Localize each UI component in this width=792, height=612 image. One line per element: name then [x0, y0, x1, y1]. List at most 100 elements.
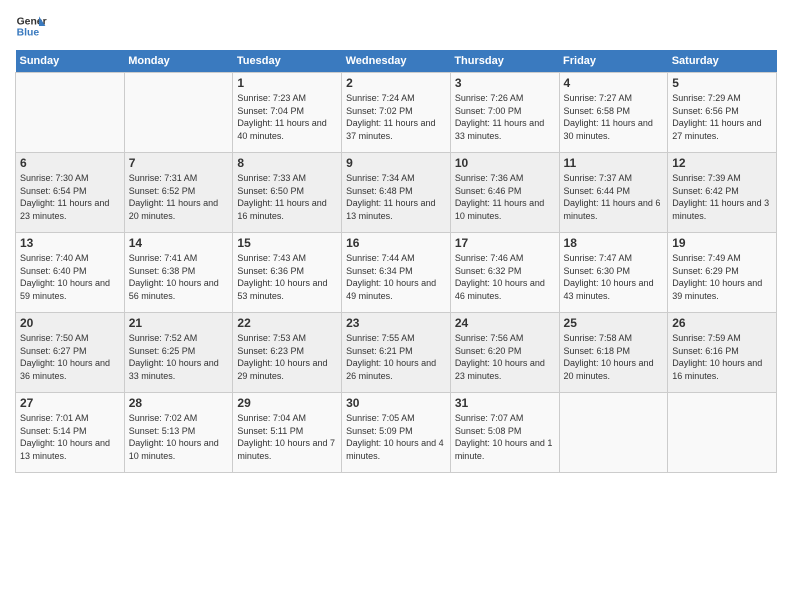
- day-info: Sunrise: 7:36 AM Sunset: 6:46 PM Dayligh…: [455, 172, 555, 222]
- day-info: Sunrise: 7:05 AM Sunset: 5:09 PM Dayligh…: [346, 412, 446, 462]
- page-header: General Blue: [15, 10, 777, 42]
- day-info: Sunrise: 7:24 AM Sunset: 7:02 PM Dayligh…: [346, 92, 446, 142]
- calendar-cell: 3 Sunrise: 7:26 AM Sunset: 7:00 PM Daylig…: [450, 73, 559, 153]
- day-number: 31: [455, 396, 555, 410]
- day-info: Sunrise: 7:29 AM Sunset: 6:56 PM Dayligh…: [672, 92, 772, 142]
- day-number: 8: [237, 156, 337, 170]
- day-info: Sunrise: 7:30 AM Sunset: 6:54 PM Dayligh…: [20, 172, 120, 222]
- calendar-cell: 14Sunrise: 7:41 AM Sunset: 6:38 PM Dayli…: [124, 233, 233, 313]
- day-info: Sunrise: 7:31 AM Sunset: 6:52 PM Dayligh…: [129, 172, 229, 222]
- day-number: 21: [129, 316, 229, 330]
- day-info: Sunrise: 7:50 AM Sunset: 6:27 PM Dayligh…: [20, 332, 120, 382]
- calendar-cell: 15Sunrise: 7:43 AM Sunset: 6:36 PM Dayli…: [233, 233, 342, 313]
- weekday-header-monday: Monday: [124, 50, 233, 73]
- day-info: Sunrise: 7:52 AM Sunset: 6:25 PM Dayligh…: [129, 332, 229, 382]
- day-number: 28: [129, 396, 229, 410]
- day-info: Sunrise: 7:55 AM Sunset: 6:21 PM Dayligh…: [346, 332, 446, 382]
- day-number: 9: [346, 156, 446, 170]
- day-number: 20: [20, 316, 120, 330]
- calendar-cell: 31Sunrise: 7:07 AM Sunset: 5:08 PM Dayli…: [450, 393, 559, 473]
- day-info: Sunrise: 7:58 AM Sunset: 6:18 PM Dayligh…: [564, 332, 664, 382]
- calendar-cell: 28 Sunrise: 7:02 AM Sunset: 5:13 PM Dayli…: [124, 393, 233, 473]
- day-number: 15: [237, 236, 337, 250]
- calendar-cell: 20 Sunrise: 7:50 AM Sunset: 6:27 PM Dayli…: [16, 313, 125, 393]
- calendar-cell: 12 Sunrise: 7:39 AM Sunset: 6:42 PM Dayli…: [668, 153, 777, 233]
- logo-icon: General Blue: [15, 10, 47, 42]
- weekday-header-friday: Friday: [559, 50, 668, 73]
- day-info: Sunrise: 7:23 AM Sunset: 7:04 PM Dayligh…: [237, 92, 337, 142]
- calendar-cell: 10 Sunrise: 7:36 AM Sunset: 6:46 PM Dayli…: [450, 153, 559, 233]
- day-number: 6: [20, 156, 120, 170]
- calendar-cell: 11 Sunrise: 7:37 AM Sunset: 6:44 PM Dayli…: [559, 153, 668, 233]
- day-number: 13: [20, 236, 120, 250]
- calendar-cell: 1 Sunrise: 7:23 AM Sunset: 7:04 PM Daylig…: [233, 73, 342, 153]
- day-number: 3: [455, 76, 555, 90]
- calendar-cell: [124, 73, 233, 153]
- weekday-header-saturday: Saturday: [668, 50, 777, 73]
- calendar-cell: 19 Sunrise: 7:49 AM Sunset: 6:29 PM Dayli…: [668, 233, 777, 313]
- day-info: Sunrise: 7:56 AM Sunset: 6:20 PM Dayligh…: [455, 332, 555, 382]
- day-number: 4: [564, 76, 664, 90]
- calendar-cell: 5 Sunrise: 7:29 AM Sunset: 6:56 PM Daylig…: [668, 73, 777, 153]
- day-number: 23: [346, 316, 446, 330]
- calendar-week-3: 13 Sunrise: 7:40 AM Sunset: 6:40 PM Dayli…: [16, 233, 777, 313]
- day-info: Sunrise: 7:26 AM Sunset: 7:00 PM Dayligh…: [455, 92, 555, 142]
- day-number: 19: [672, 236, 772, 250]
- day-info: Sunrise: 7:27 AM Sunset: 6:58 PM Dayligh…: [564, 92, 664, 142]
- day-info: Sunrise: 7:46 AM Sunset: 6:32 PM Dayligh…: [455, 252, 555, 302]
- calendar-cell: 6 Sunrise: 7:30 AM Sunset: 6:54 PM Daylig…: [16, 153, 125, 233]
- calendar-cell: 9 Sunrise: 7:34 AM Sunset: 6:48 PM Daylig…: [342, 153, 451, 233]
- day-info: Sunrise: 7:40 AM Sunset: 6:40 PM Dayligh…: [20, 252, 120, 302]
- calendar-cell: 29Sunrise: 7:04 AM Sunset: 5:11 PM Dayli…: [233, 393, 342, 473]
- day-info: Sunrise: 7:53 AM Sunset: 6:23 PM Dayligh…: [237, 332, 337, 382]
- calendar-cell: 27Sunrise: 7:01 AM Sunset: 5:14 PM Dayli…: [16, 393, 125, 473]
- day-info: Sunrise: 7:49 AM Sunset: 6:29 PM Dayligh…: [672, 252, 772, 302]
- day-info: Sunrise: 7:44 AM Sunset: 6:34 PM Dayligh…: [346, 252, 446, 302]
- day-number: 5: [672, 76, 772, 90]
- calendar-cell: 2 Sunrise: 7:24 AM Sunset: 7:02 PM Daylig…: [342, 73, 451, 153]
- day-number: 10: [455, 156, 555, 170]
- calendar-week-2: 6 Sunrise: 7:30 AM Sunset: 6:54 PM Daylig…: [16, 153, 777, 233]
- weekday-header-wednesday: Wednesday: [342, 50, 451, 73]
- weekday-header-sunday: Sunday: [16, 50, 125, 73]
- day-info: Sunrise: 7:59 AM Sunset: 6:16 PM Dayligh…: [672, 332, 772, 382]
- calendar-cell: [16, 73, 125, 153]
- day-info: Sunrise: 7:37 AM Sunset: 6:44 PM Dayligh…: [564, 172, 664, 222]
- calendar-cell: [559, 393, 668, 473]
- day-info: Sunrise: 7:41 AM Sunset: 6:38 PM Dayligh…: [129, 252, 229, 302]
- calendar-cell: 16Sunrise: 7:44 AM Sunset: 6:34 PM Dayli…: [342, 233, 451, 313]
- day-info: Sunrise: 7:39 AM Sunset: 6:42 PM Dayligh…: [672, 172, 772, 222]
- day-number: 12: [672, 156, 772, 170]
- calendar-cell: 26 Sunrise: 7:59 AM Sunset: 6:16 PM Dayli…: [668, 313, 777, 393]
- day-number: 1: [237, 76, 337, 90]
- svg-text:Blue: Blue: [17, 28, 40, 39]
- calendar-cell: 13 Sunrise: 7:40 AM Sunset: 6:40 PM Dayli…: [16, 233, 125, 313]
- calendar-cell: 21 Sunrise: 7:52 AM Sunset: 6:25 PM Dayli…: [124, 313, 233, 393]
- day-number: 22: [237, 316, 337, 330]
- calendar-cell: 24 Sunrise: 7:56 AM Sunset: 6:20 PM Dayli…: [450, 313, 559, 393]
- calendar-cell: 8 Sunrise: 7:33 AM Sunset: 6:50 PM Daylig…: [233, 153, 342, 233]
- calendar-cell: 22 Sunrise: 7:53 AM Sunset: 6:23 PM Dayli…: [233, 313, 342, 393]
- weekday-header-row: SundayMondayTuesdayWednesdayThursdayFrid…: [16, 50, 777, 73]
- calendar-cell: 23 Sunrise: 7:55 AM Sunset: 6:21 PM Dayli…: [342, 313, 451, 393]
- day-number: 18: [564, 236, 664, 250]
- day-number: 25: [564, 316, 664, 330]
- calendar-cell: 7Sunrise: 7:31 AM Sunset: 6:52 PM Daylig…: [124, 153, 233, 233]
- day-info: Sunrise: 7:47 AM Sunset: 6:30 PM Dayligh…: [564, 252, 664, 302]
- calendar-cell: [668, 393, 777, 473]
- logo: General Blue: [15, 10, 47, 42]
- day-number: 27: [20, 396, 120, 410]
- day-info: Sunrise: 7:02 AM Sunset: 5:13 PM Dayligh…: [129, 412, 229, 462]
- calendar-cell: 18 Sunrise: 7:47 AM Sunset: 6:30 PM Dayli…: [559, 233, 668, 313]
- day-number: 24: [455, 316, 555, 330]
- day-number: 30: [346, 396, 446, 410]
- day-info: Sunrise: 7:34 AM Sunset: 6:48 PM Dayligh…: [346, 172, 446, 222]
- calendar-table: SundayMondayTuesdayWednesdayThursdayFrid…: [15, 50, 777, 473]
- day-number: 11: [564, 156, 664, 170]
- day-number: 2: [346, 76, 446, 90]
- weekday-header-thursday: Thursday: [450, 50, 559, 73]
- day-info: Sunrise: 7:33 AM Sunset: 6:50 PM Dayligh…: [237, 172, 337, 222]
- day-info: Sunrise: 7:04 AM Sunset: 5:11 PM Dayligh…: [237, 412, 337, 462]
- day-number: 26: [672, 316, 772, 330]
- calendar-cell: 30 Sunrise: 7:05 AM Sunset: 5:09 PM Dayli…: [342, 393, 451, 473]
